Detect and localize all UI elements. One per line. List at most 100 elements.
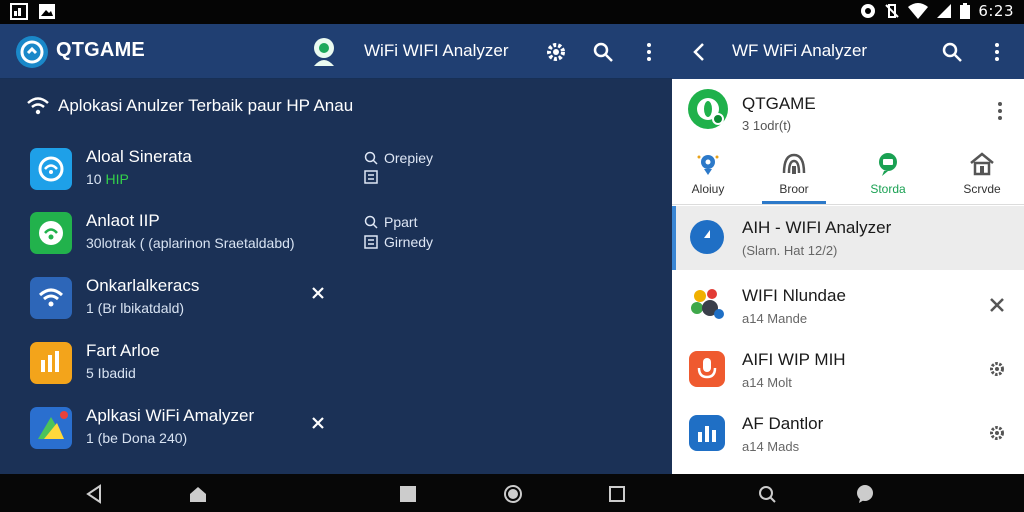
bar-chart-icon xyxy=(689,415,725,451)
more-vert-icon[interactable] xyxy=(985,40,1009,64)
wifi-person-icon xyxy=(309,36,339,68)
chat-icon xyxy=(879,153,897,176)
wifi-icon xyxy=(30,277,72,319)
item-title: AIFI WIP MIH xyxy=(742,350,846,369)
active-tab-indicator xyxy=(762,201,826,204)
item-title: AIH - WIFI Analyzer xyxy=(742,218,892,237)
recents-icon[interactable] xyxy=(607,484,627,504)
more-vert-icon[interactable] xyxy=(637,40,661,64)
back-arrow-icon[interactable] xyxy=(688,40,712,64)
search-icon[interactable] xyxy=(591,40,615,64)
app-title: QTGAME xyxy=(56,39,145,61)
square-icon[interactable] xyxy=(398,484,418,504)
home-icon[interactable] xyxy=(188,484,208,504)
right-panel: WF WiFi Analyzer QTGAME 3 1odr(t) Aloiuy… xyxy=(672,24,1024,474)
item-subtitle: a14 Molt xyxy=(742,375,792,390)
maps-icon xyxy=(30,407,72,449)
section-header: Aplokasi Anulzer Terbaik paur HP Anau xyxy=(26,96,353,116)
wifi-circle-icon xyxy=(30,148,72,190)
item-subtitle: (Slarn. Hat 12/2) xyxy=(742,243,838,258)
close-icon[interactable] xyxy=(310,285,326,301)
list-item[interactable]: Anlaot IIP 30lotrak ( (aplarinon Sraetal… xyxy=(30,208,650,258)
compass-icon xyxy=(690,220,724,254)
gallery-icon xyxy=(10,3,28,20)
code-icon xyxy=(364,170,378,184)
chat-icon[interactable] xyxy=(855,484,875,504)
item-side-label[interactable]: Ppart xyxy=(364,214,417,230)
close-icon[interactable] xyxy=(988,296,1006,314)
list-item[interactable]: Aplkasi WiFi Amalyzer 1 (be Dona 240) xyxy=(30,403,650,453)
signal-icon xyxy=(937,4,952,18)
house-icon xyxy=(970,152,994,176)
item-title: Onkarlalkeracs xyxy=(86,276,200,295)
item-subtitle: 1 (Br lbikatdald) xyxy=(86,300,185,316)
header-title: QTGAME xyxy=(742,94,816,113)
left-panel: QTGAME WiFi WIFI Analyzer Aplokasi Anulz… xyxy=(0,24,672,474)
item-subtitle: 10 HIP xyxy=(86,171,129,187)
item-subtitle: a14 Mads xyxy=(742,439,800,454)
code-icon xyxy=(364,235,378,249)
alarm-icon xyxy=(861,4,876,18)
list-item[interactable]: Fart Arloe 5 Ibadid xyxy=(30,338,650,388)
navigation-bar xyxy=(0,474,1024,512)
search-icon[interactable] xyxy=(757,484,777,504)
item-subtitle: 30lotrak ( (aplarinon Sraetaldabd) xyxy=(86,235,295,251)
qtgame-logo-icon[interactable] xyxy=(16,36,48,68)
tab-aloiuy[interactable]: Aloiuy xyxy=(668,149,748,205)
search-icon xyxy=(364,151,378,165)
wifi-icon xyxy=(908,3,929,19)
tab-storda[interactable]: Storda xyxy=(848,149,928,205)
speed-icon xyxy=(782,153,806,174)
back-icon[interactable] xyxy=(84,484,104,504)
settings-icon[interactable] xyxy=(988,360,1006,378)
wifi-badge-icon xyxy=(30,212,72,254)
item-side-label: Girnedy xyxy=(364,234,433,250)
list-item[interactable]: AIH - WIFI Analyzer (Slarn. Hat 12/2) xyxy=(672,206,1024,270)
left-app-bar: QTGAME WiFi WIFI Analyzer xyxy=(0,24,672,79)
left-panel-title: WiFi WIFI Analyzer xyxy=(364,41,509,60)
clock: 6:23 xyxy=(978,2,1014,20)
item-title: Anlaot IIP xyxy=(86,211,160,230)
location-icon xyxy=(697,155,719,175)
item-title: Aplkasi WiFi Amalyzer xyxy=(86,406,255,425)
header-subtitle: 3 1odr(t) xyxy=(742,118,792,133)
avatar[interactable] xyxy=(688,89,728,129)
record-icon[interactable] xyxy=(503,484,523,504)
list-item[interactable]: AIFI WIP MIH a14 Molt xyxy=(672,338,1024,402)
selection-indicator xyxy=(672,206,676,270)
more-vert-icon[interactable] xyxy=(992,99,1008,123)
device-screen: 6:23 QTGAME WiFi WIFI Analyzer Aplokasi … xyxy=(0,0,1024,512)
list-item[interactable]: Aloal Sinerata 10 HIP Orepiey xyxy=(30,144,650,194)
right-panel-title: WF WiFi Analyzer xyxy=(732,41,868,60)
photo-icon xyxy=(39,4,55,19)
right-app-bar: WF WiFi Analyzer xyxy=(672,24,1024,79)
item-subtitle: 1 (be Dona 240) xyxy=(86,430,188,446)
status-bar: 6:23 xyxy=(0,0,1024,24)
search-icon[interactable] xyxy=(940,40,964,64)
wifi-icon xyxy=(27,97,49,115)
item-title: WIFI Nlundae xyxy=(742,286,846,305)
profile-header: QTGAME 3 1odr(t) xyxy=(672,79,1024,149)
close-icon[interactable] xyxy=(310,415,326,431)
list-item[interactable]: AF Dantlor a14 Mads xyxy=(672,402,1024,466)
search-icon xyxy=(364,215,378,229)
mic-icon xyxy=(689,351,725,387)
item-title: Aloal Sinerata xyxy=(86,147,192,166)
list-item[interactable]: WIFI Nlundae a14 Mande xyxy=(672,274,1024,338)
tab-scrvde[interactable]: Scrvde xyxy=(942,149,1022,205)
item-subtitle: a14 Mande xyxy=(742,311,808,326)
item-side-label[interactable]: Orepiey xyxy=(364,150,433,166)
settings-icon[interactable] xyxy=(988,424,1006,442)
vibrate-icon xyxy=(885,4,900,18)
item-title: AF Dantlor xyxy=(742,414,824,433)
battery-icon xyxy=(960,3,971,19)
tab-bar: Aloiuy Broor Storda Scrvde xyxy=(672,149,1024,205)
tab-broor[interactable]: Broor xyxy=(754,149,834,205)
item-title: Fart Arloe xyxy=(86,341,160,360)
list-item[interactable]: Onkarlalkeracs 1 (Br lbikatdald) xyxy=(30,273,650,323)
item-subtitle: 5 Ibadid xyxy=(86,365,136,381)
item-side-label xyxy=(364,170,384,184)
section-title: Aplokasi Anulzer Terbaik paur HP Anau xyxy=(58,96,354,115)
color-dots-icon xyxy=(691,289,724,319)
settings-icon[interactable] xyxy=(544,40,568,64)
